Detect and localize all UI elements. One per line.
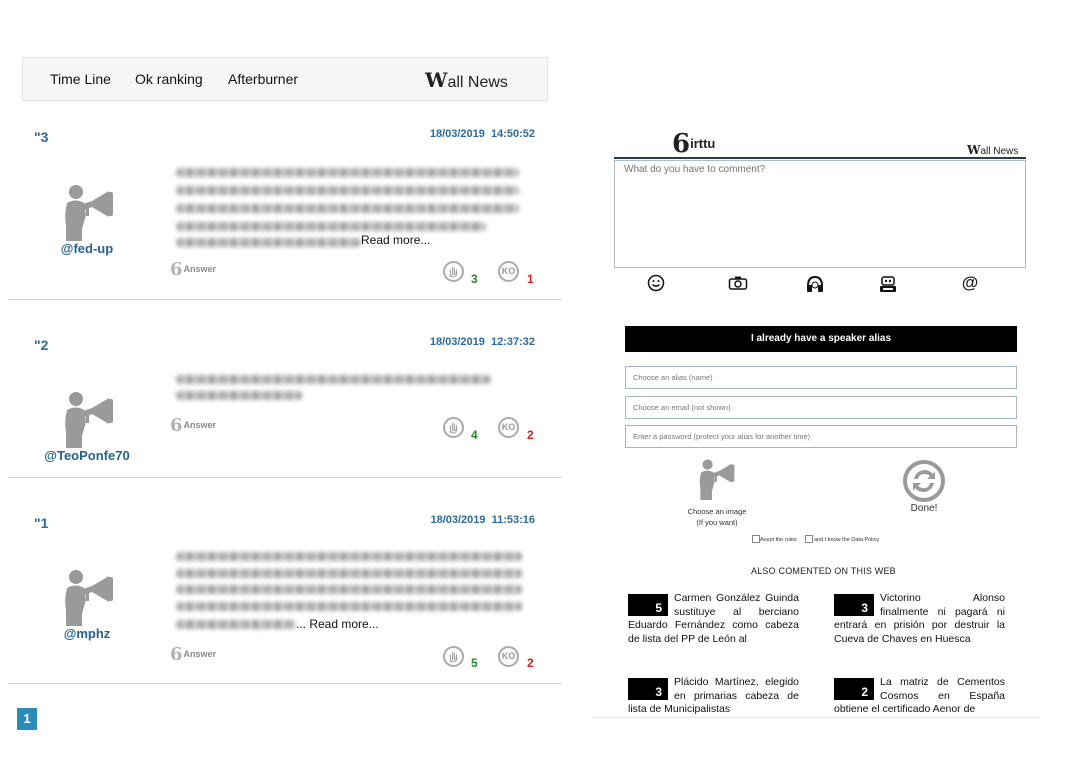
comment-count-badge: 5: [628, 594, 668, 616]
quote-icon: 6: [170, 415, 183, 436]
post-card: "2 18/03/2019 12:37:32 @TeoPonfe70 6Answ…: [8, 300, 562, 478]
related-news-item[interactable]: 2 La matriz de Cementos Cosmos en España …: [834, 676, 1005, 717]
comment-count-badge: 3: [628, 678, 668, 700]
blurred-text-line: [176, 186, 519, 195]
post-date: 18/03/2019 11:53:16: [430, 514, 535, 526]
username[interactable]: @mphz: [22, 626, 152, 641]
comment-textarea[interactable]: [614, 160, 1026, 268]
read-more-link[interactable]: Read more...: [361, 233, 430, 247]
username[interactable]: @TeoPonfe70: [22, 448, 152, 463]
blurred-text-line: [176, 375, 491, 384]
done-label[interactable]: Done!: [897, 503, 951, 514]
smiley-icon[interactable]: [645, 274, 667, 297]
megaphone-avatar-icon[interactable]: [62, 390, 116, 448]
data-policy-checkbox[interactable]: [805, 535, 813, 543]
blurred-text-line: [176, 168, 519, 177]
headphones-icon[interactable]: [804, 274, 826, 299]
also-commented-heading: ALSO COMENTED ON THIS WEB: [751, 566, 896, 576]
megaphone-avatar-icon[interactable]: [62, 183, 116, 241]
accept-rules-checkbox[interactable]: [752, 535, 760, 543]
choose-image-label[interactable]: Choose an image (If you want): [672, 506, 762, 528]
accept-rules-label: Acept the rules: [760, 537, 797, 543]
refresh-done-icon[interactable]: [902, 460, 946, 502]
ko-count: 1: [527, 272, 534, 286]
blurred-text-line: [176, 391, 302, 400]
username[interactable]: @fed-up: [22, 241, 152, 256]
post-date: 18/03/2019 14:50:52: [429, 128, 535, 140]
blurred-text-line: [176, 204, 519, 213]
blurred-text-line: [176, 222, 486, 231]
virttu-logo[interactable]: 6irttu: [672, 129, 715, 159]
quote-icon: 6: [170, 259, 183, 280]
related-news-item[interactable]: 3 Victorino Alonso finalmente ni pagará n…: [834, 592, 1005, 646]
ok-hand-icon[interactable]: [443, 646, 464, 667]
related-news-list: 5 Carmen González Guinda sustituye al ber…: [590, 592, 1040, 718]
comment-count-badge: 2: [834, 678, 874, 700]
blurred-text-line: [176, 620, 296, 629]
ok-count: 3: [471, 272, 478, 286]
password-field[interactable]: [625, 425, 1017, 448]
top-nav: Time Line Ok ranking Afterburner Wall Ne…: [22, 57, 548, 101]
nav-afterburner[interactable]: Afterburner: [228, 71, 298, 87]
post-number: "2: [34, 337, 49, 353]
quote-logo-icon: 6: [672, 129, 691, 159]
robot-icon[interactable]: [877, 274, 899, 299]
pagination-page[interactable]: 1: [17, 708, 37, 730]
read-more-link[interactable]: ... Read more...: [296, 617, 379, 631]
header-divider: [614, 157, 1026, 159]
ko-count: 2: [527, 656, 534, 670]
post-number: "3: [34, 129, 49, 145]
post-card: "3 18/03/2019 14:50:52 @fed-up Read more…: [8, 120, 562, 300]
wall-news-logo[interactable]: Wall News: [425, 68, 508, 92]
post-number: "1: [34, 515, 49, 531]
alias-field[interactable]: [625, 366, 1017, 389]
blurred-text-line: [176, 602, 522, 611]
ko-count: 2: [527, 428, 534, 442]
ok-hand-icon[interactable]: [443, 417, 464, 438]
answer-button[interactable]: 6Answer: [170, 259, 216, 280]
ok-count: 5: [471, 656, 478, 670]
nav-time-line[interactable]: Time Line: [50, 71, 111, 87]
blurred-text-line: [176, 552, 522, 561]
ko-icon[interactable]: KO: [498, 646, 519, 667]
related-news-item[interactable]: 5 Carmen González Guinda sustituye al ber…: [628, 592, 799, 646]
blurred-text-line: [176, 569, 522, 578]
blurred-text-line: [176, 585, 522, 594]
speaker-alias-button[interactable]: I already have a speaker alias: [625, 326, 1017, 352]
related-news-item[interactable]: 3 Plácido Martínez, elegido en primarias …: [628, 676, 799, 717]
ok-hand-icon[interactable]: [443, 261, 464, 282]
ko-icon[interactable]: KO: [498, 417, 519, 438]
camera-icon[interactable]: [727, 274, 749, 297]
post-date: 18/03/2019 12:37:32: [429, 336, 535, 348]
comment-count-badge: 3: [834, 594, 874, 616]
at-icon[interactable]: @: [959, 273, 981, 293]
quote-icon: 6: [170, 644, 183, 665]
panel-bottom-divider: [592, 717, 1040, 718]
answer-button[interactable]: 6Answer: [170, 415, 216, 436]
data-policy-label: and I know the Data Policy: [814, 537, 880, 543]
answer-button[interactable]: 6Answer: [170, 644, 216, 665]
nav-ok-ranking[interactable]: Ok ranking: [135, 71, 203, 87]
megaphone-avatar-icon[interactable]: [62, 568, 116, 626]
choose-image-avatar-icon[interactable]: [697, 458, 737, 500]
ok-count: 4: [471, 428, 478, 442]
wall-news-logo-small[interactable]: Wall News: [967, 143, 1018, 157]
post-card: "1 18/03/2019 11:53:16 @mphz ... Read mo…: [8, 478, 562, 684]
blurred-text-line: [176, 238, 362, 247]
ko-icon[interactable]: KO: [498, 261, 519, 282]
email-field[interactable]: [625, 396, 1017, 419]
